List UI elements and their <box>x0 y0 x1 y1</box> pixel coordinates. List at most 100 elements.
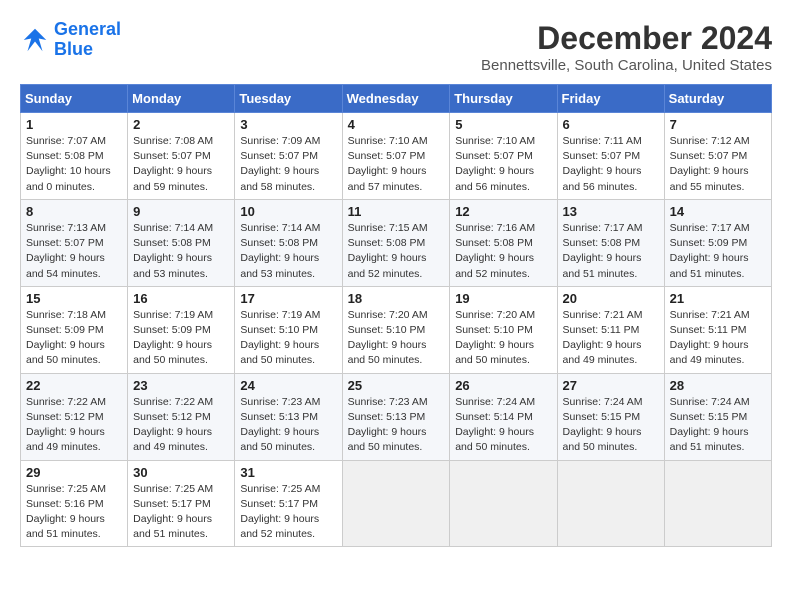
day-number: 2 <box>133 117 229 132</box>
day-detail: Sunrise: 7:25 AMSunset: 5:17 PMDaylight:… <box>240 483 320 541</box>
day-detail: Sunrise: 7:10 AMSunset: 5:07 PMDaylight:… <box>348 135 428 193</box>
calendar-day-header: Friday <box>557 85 664 113</box>
calendar-cell: 16 Sunrise: 7:19 AMSunset: 5:09 PMDaylig… <box>128 286 235 373</box>
calendar-cell: 14 Sunrise: 7:17 AMSunset: 5:09 PMDaylig… <box>664 199 771 286</box>
day-number: 13 <box>563 204 659 219</box>
day-detail: Sunrise: 7:11 AMSunset: 5:07 PMDaylight:… <box>563 135 642 193</box>
calendar-cell: 1 Sunrise: 7:07 AMSunset: 5:08 PMDayligh… <box>21 113 128 200</box>
day-number: 21 <box>670 291 766 306</box>
calendar-cell: 23 Sunrise: 7:22 AMSunset: 5:12 PMDaylig… <box>128 373 235 460</box>
calendar-cell <box>664 460 771 547</box>
calendar-cell: 19 Sunrise: 7:20 AMSunset: 5:10 PMDaylig… <box>450 286 557 373</box>
day-detail: Sunrise: 7:25 AMSunset: 5:17 PMDaylight:… <box>133 483 213 541</box>
title-area: December 2024 Bennettsville, South Carol… <box>481 20 772 74</box>
day-detail: Sunrise: 7:14 AMSunset: 5:08 PMDaylight:… <box>240 222 320 280</box>
day-detail: Sunrise: 7:07 AMSunset: 5:08 PMDaylight:… <box>26 135 111 193</box>
day-number: 15 <box>26 291 122 306</box>
calendar-day-header: Sunday <box>21 85 128 113</box>
calendar-week-row: 29 Sunrise: 7:25 AMSunset: 5:16 PMDaylig… <box>21 460 772 547</box>
calendar: SundayMondayTuesdayWednesdayThursdayFrid… <box>20 84 772 547</box>
day-number: 16 <box>133 291 229 306</box>
day-number: 1 <box>26 117 122 132</box>
calendar-cell: 21 Sunrise: 7:21 AMSunset: 5:11 PMDaylig… <box>664 286 771 373</box>
calendar-cell: 15 Sunrise: 7:18 AMSunset: 5:09 PMDaylig… <box>21 286 128 373</box>
calendar-cell: 12 Sunrise: 7:16 AMSunset: 5:08 PMDaylig… <box>450 199 557 286</box>
logo-line2: Blue <box>54 39 93 59</box>
day-detail: Sunrise: 7:21 AMSunset: 5:11 PMDaylight:… <box>563 309 643 367</box>
calendar-cell <box>342 460 450 547</box>
day-number: 9 <box>133 204 229 219</box>
day-number: 30 <box>133 465 229 480</box>
calendar-day-header: Thursday <box>450 85 557 113</box>
calendar-week-row: 8 Sunrise: 7:13 AMSunset: 5:07 PMDayligh… <box>21 199 772 286</box>
day-detail: Sunrise: 7:24 AMSunset: 5:15 PMDaylight:… <box>670 396 750 454</box>
calendar-cell: 5 Sunrise: 7:10 AMSunset: 5:07 PMDayligh… <box>450 113 557 200</box>
day-number: 25 <box>348 378 445 393</box>
calendar-cell: 29 Sunrise: 7:25 AMSunset: 5:16 PMDaylig… <box>21 460 128 547</box>
day-number: 23 <box>133 378 229 393</box>
calendar-day-header: Wednesday <box>342 85 450 113</box>
day-number: 26 <box>455 378 551 393</box>
day-detail: Sunrise: 7:16 AMSunset: 5:08 PMDaylight:… <box>455 222 535 280</box>
calendar-header-row: SundayMondayTuesdayWednesdayThursdayFrid… <box>21 85 772 113</box>
calendar-week-row: 22 Sunrise: 7:22 AMSunset: 5:12 PMDaylig… <box>21 373 772 460</box>
day-number: 19 <box>455 291 551 306</box>
calendar-day-header: Saturday <box>664 85 771 113</box>
calendar-cell: 17 Sunrise: 7:19 AMSunset: 5:10 PMDaylig… <box>235 286 342 373</box>
day-detail: Sunrise: 7:23 AMSunset: 5:13 PMDaylight:… <box>348 396 428 454</box>
calendar-week-row: 15 Sunrise: 7:18 AMSunset: 5:09 PMDaylig… <box>21 286 772 373</box>
day-detail: Sunrise: 7:17 AMSunset: 5:08 PMDaylight:… <box>563 222 643 280</box>
calendar-cell: 27 Sunrise: 7:24 AMSunset: 5:15 PMDaylig… <box>557 373 664 460</box>
calendar-cell: 6 Sunrise: 7:11 AMSunset: 5:07 PMDayligh… <box>557 113 664 200</box>
header: General Blue December 2024 Bennettsville… <box>20 20 772 74</box>
calendar-cell: 2 Sunrise: 7:08 AMSunset: 5:07 PMDayligh… <box>128 113 235 200</box>
day-number: 3 <box>240 117 336 132</box>
day-detail: Sunrise: 7:14 AMSunset: 5:08 PMDaylight:… <box>133 222 213 280</box>
day-number: 4 <box>348 117 445 132</box>
day-number: 27 <box>563 378 659 393</box>
day-number: 6 <box>563 117 659 132</box>
day-number: 17 <box>240 291 336 306</box>
calendar-cell: 20 Sunrise: 7:21 AMSunset: 5:11 PMDaylig… <box>557 286 664 373</box>
day-detail: Sunrise: 7:18 AMSunset: 5:09 PMDaylight:… <box>26 309 106 367</box>
day-detail: Sunrise: 7:25 AMSunset: 5:16 PMDaylight:… <box>26 483 106 541</box>
calendar-cell: 11 Sunrise: 7:15 AMSunset: 5:08 PMDaylig… <box>342 199 450 286</box>
calendar-cell <box>450 460 557 547</box>
day-number: 18 <box>348 291 445 306</box>
day-detail: Sunrise: 7:15 AMSunset: 5:08 PMDaylight:… <box>348 222 428 280</box>
calendar-week-row: 1 Sunrise: 7:07 AMSunset: 5:08 PMDayligh… <box>21 113 772 200</box>
day-detail: Sunrise: 7:24 AMSunset: 5:14 PMDaylight:… <box>455 396 535 454</box>
day-number: 22 <box>26 378 122 393</box>
calendar-cell: 28 Sunrise: 7:24 AMSunset: 5:15 PMDaylig… <box>664 373 771 460</box>
calendar-cell: 24 Sunrise: 7:23 AMSunset: 5:13 PMDaylig… <box>235 373 342 460</box>
calendar-body: 1 Sunrise: 7:07 AMSunset: 5:08 PMDayligh… <box>21 113 772 547</box>
calendar-cell: 18 Sunrise: 7:20 AMSunset: 5:10 PMDaylig… <box>342 286 450 373</box>
day-number: 12 <box>455 204 551 219</box>
month-title: December 2024 <box>481 20 772 57</box>
day-number: 24 <box>240 378 336 393</box>
calendar-cell: 10 Sunrise: 7:14 AMSunset: 5:08 PMDaylig… <box>235 199 342 286</box>
calendar-day-header: Monday <box>128 85 235 113</box>
day-detail: Sunrise: 7:09 AMSunset: 5:07 PMDaylight:… <box>240 135 320 193</box>
logo-text: General Blue <box>54 20 121 60</box>
day-number: 8 <box>26 204 122 219</box>
calendar-cell: 25 Sunrise: 7:23 AMSunset: 5:13 PMDaylig… <box>342 373 450 460</box>
calendar-cell: 22 Sunrise: 7:22 AMSunset: 5:12 PMDaylig… <box>21 373 128 460</box>
day-number: 31 <box>240 465 336 480</box>
calendar-cell: 13 Sunrise: 7:17 AMSunset: 5:08 PMDaylig… <box>557 199 664 286</box>
day-detail: Sunrise: 7:24 AMSunset: 5:15 PMDaylight:… <box>563 396 643 454</box>
day-number: 7 <box>670 117 766 132</box>
calendar-cell <box>557 460 664 547</box>
day-detail: Sunrise: 7:08 AMSunset: 5:07 PMDaylight:… <box>133 135 213 193</box>
calendar-cell: 7 Sunrise: 7:12 AMSunset: 5:07 PMDayligh… <box>664 113 771 200</box>
calendar-cell: 31 Sunrise: 7:25 AMSunset: 5:17 PMDaylig… <box>235 460 342 547</box>
day-number: 14 <box>670 204 766 219</box>
calendar-cell: 30 Sunrise: 7:25 AMSunset: 5:17 PMDaylig… <box>128 460 235 547</box>
day-detail: Sunrise: 7:10 AMSunset: 5:07 PMDaylight:… <box>455 135 535 193</box>
day-number: 28 <box>670 378 766 393</box>
day-detail: Sunrise: 7:21 AMSunset: 5:11 PMDaylight:… <box>670 309 750 367</box>
day-number: 10 <box>240 204 336 219</box>
day-detail: Sunrise: 7:19 AMSunset: 5:09 PMDaylight:… <box>133 309 213 367</box>
day-number: 20 <box>563 291 659 306</box>
calendar-cell: 9 Sunrise: 7:14 AMSunset: 5:08 PMDayligh… <box>128 199 235 286</box>
